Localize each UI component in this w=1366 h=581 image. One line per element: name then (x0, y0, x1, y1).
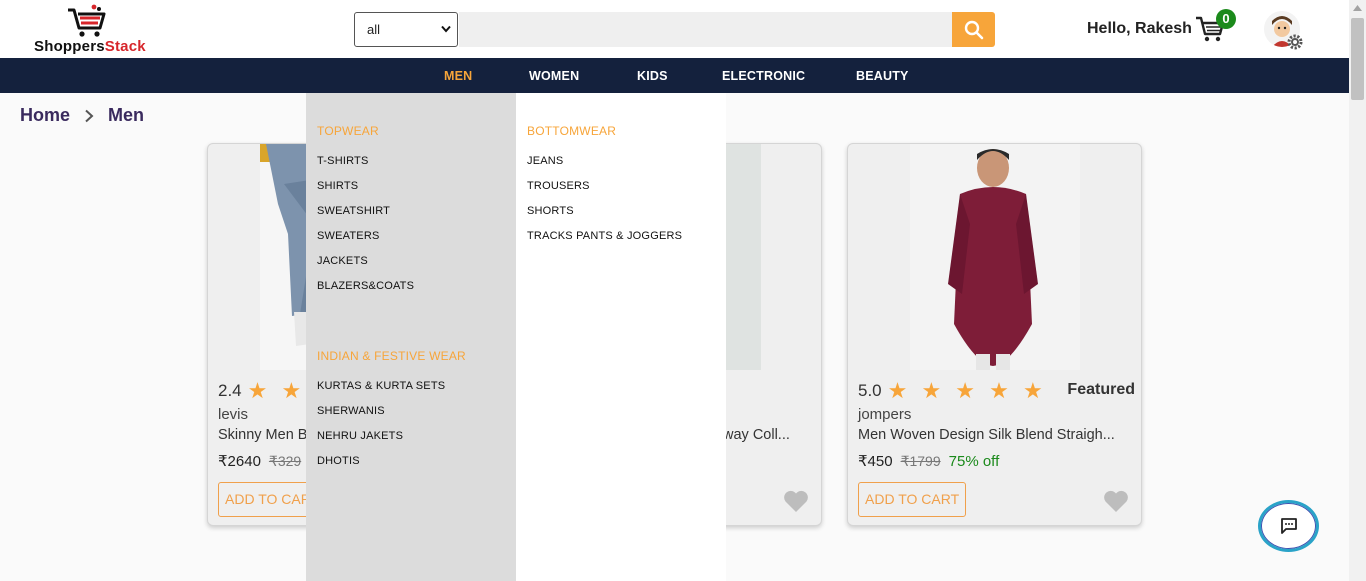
search-input[interactable] (459, 12, 953, 47)
heart-icon[interactable] (783, 489, 809, 513)
nav-item-electronic[interactable]: ELECTRONIC (722, 58, 805, 93)
cart-count-badge: 0 (1216, 9, 1236, 29)
product-rating: 5.0 ★ ★ ★ ★ ★ (858, 378, 1047, 404)
chat-button[interactable] (1258, 500, 1319, 552)
menu-link-shirts[interactable]: SHIRTS (317, 180, 358, 192)
logo-cart-icon (68, 4, 106, 37)
menu-link-kurtas[interactable]: KURTAS & KURTA SETS (317, 380, 445, 392)
nav-item-men[interactable]: MEN (444, 58, 472, 93)
menu-link-jackets[interactable]: JACKETS (317, 255, 368, 267)
breadcrumb-home[interactable]: Home (20, 105, 70, 126)
menu-link-trousers[interactable]: TROUSERS (527, 180, 590, 192)
breadcrumb-current: Men (108, 105, 145, 125)
menu-heading-indian-festive[interactable]: INDIAN & FESTIVE WEAR (317, 349, 466, 363)
menu-link-shorts[interactable]: SHORTS (527, 205, 574, 217)
product-price: ₹450 (858, 453, 893, 470)
mega-menu-right-column: BOTTOMWEAR JEANS TROUSERS SHORTS TRACKS … (516, 93, 726, 581)
menu-link-track-pants-joggers[interactable]: TRACKS PANTS & JOGGERS (527, 230, 682, 242)
men-mega-menu: TOPWEAR T-SHIRTS SHIRTS SWEATSHIRT SWEAT… (306, 93, 726, 581)
menu-link-dhotis[interactable]: DHOTIS (317, 455, 360, 467)
menu-link-jeans[interactable]: JEANS (527, 155, 563, 167)
rating-stars: ★ ★ ★ ★ ★ (887, 378, 1047, 403)
product-mrp: ₹329 (268, 453, 302, 469)
add-to-cart-button[interactable]: ADD TO CART (858, 482, 967, 517)
product-brand: levis (218, 406, 249, 423)
category-select-value: all (367, 22, 381, 37)
product-mrp: ₹1799 (900, 453, 941, 469)
featured-label: Featured (1067, 381, 1135, 398)
category-nav: MEN WOMEN KIDS ELECTRONIC BEAUTY (0, 58, 1349, 93)
product-discount: 75% off (948, 453, 1000, 470)
menu-link-nehru-jackets[interactable]: NEHRU JAKETS (317, 430, 403, 442)
header: ShoppersStack all Hello, Rakesh 0 (0, 0, 1349, 58)
product-price: ₹2640 (218, 453, 261, 470)
user-greeting: Hello, Rakesh (1087, 20, 1192, 37)
nav-item-beauty[interactable]: BEAUTY (856, 58, 909, 93)
menu-link-blazers-coats[interactable]: BLAZERS&COATS (317, 280, 414, 292)
logo-text-accent: Stack (104, 38, 146, 55)
scrollbar-thumb[interactable] (1351, 18, 1364, 100)
menu-link-sweatshirt[interactable]: SWEATSHIRT (317, 205, 390, 217)
chevron-down-icon (441, 25, 451, 33)
page: ShoppersStack all Hello, Rakesh 0 MEN WO… (0, 0, 1366, 581)
search-icon (964, 20, 983, 39)
breadcrumb: Home Men (20, 105, 144, 126)
mega-menu-left-column: TOPWEAR T-SHIRTS SHIRTS SWEATSHIRT SWEAT… (306, 93, 516, 581)
heart-icon[interactable] (1103, 489, 1129, 513)
product-image[interactable] (910, 144, 1080, 370)
logo-text: ShoppersStack (34, 38, 146, 55)
product-name[interactable]: Men Woven Design Silk Blend Straigh... (858, 427, 1115, 443)
logo-text-main: Shoppers (34, 38, 105, 55)
product-card[interactable]: 5.0 ★ ★ ★ ★ ★ Featured jompers Men Woven… (847, 143, 1142, 526)
product-prices: ₹450 ₹1799 75% off (858, 452, 999, 470)
scroll-up-arrow-icon[interactable] (1353, 5, 1362, 11)
product-name[interactable]: way Coll... (723, 427, 790, 443)
search-button[interactable] (952, 12, 995, 47)
logo[interactable]: ShoppersStack (32, 4, 162, 55)
category-select[interactable]: all (354, 12, 458, 47)
gear-icon[interactable] (1286, 33, 1304, 51)
menu-heading-bottomwear[interactable]: BOTTOMWEAR (527, 124, 616, 138)
product-brand: jompers (858, 406, 912, 423)
rating-value: 5.0 (858, 381, 882, 400)
product-name[interactable]: Skinny Men B (218, 427, 307, 443)
chevron-right-icon (84, 109, 94, 123)
product-prices: ₹2640 ₹329 (218, 452, 301, 470)
menu-link-sweaters[interactable]: SWEATERS (317, 230, 380, 242)
page-scrollbar[interactable] (1349, 0, 1366, 581)
nav-item-kids[interactable]: KIDS (637, 58, 668, 93)
menu-link-tshirts[interactable]: T-SHIRTS (317, 155, 369, 167)
menu-link-sherwanis[interactable]: SHERWANIS (317, 405, 385, 417)
rating-value: 2.4 (218, 381, 242, 400)
nav-item-women[interactable]: WOMEN (529, 58, 579, 93)
chat-icon (1280, 518, 1297, 534)
menu-heading-topwear[interactable]: TOPWEAR (317, 124, 379, 138)
